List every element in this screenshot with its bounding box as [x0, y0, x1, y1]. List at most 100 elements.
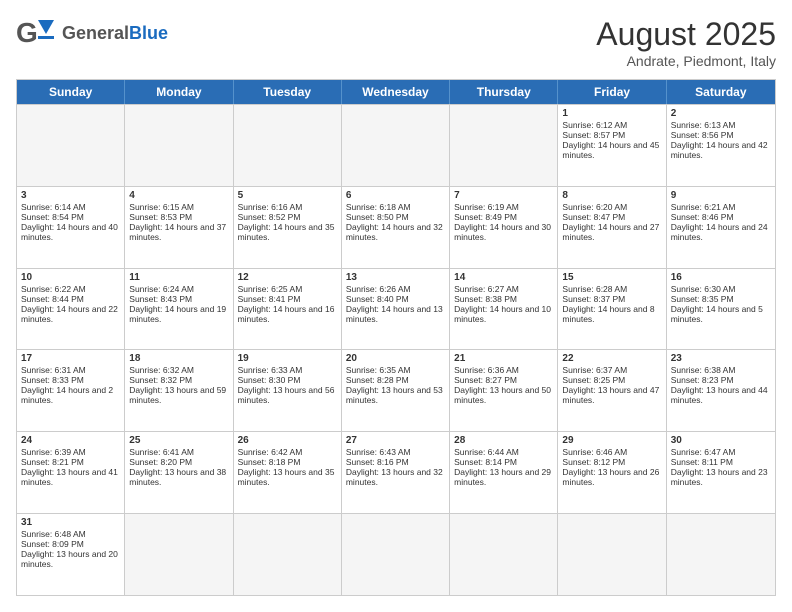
day-number-8: 8: [562, 190, 661, 201]
day-cell-2: 2Sunrise: 6:13 AM Sunset: 8:56 PM Daylig…: [667, 105, 775, 186]
day-cell-9: 9Sunrise: 6:21 AM Sunset: 8:46 PM Daylig…: [667, 187, 775, 268]
day-number-6: 6: [346, 190, 445, 201]
day-info-21: Sunrise: 6:36 AM Sunset: 8:27 PM Dayligh…: [454, 365, 551, 405]
day-info-13: Sunrise: 6:26 AM Sunset: 8:40 PM Dayligh…: [346, 284, 443, 324]
day-cell-20: 20Sunrise: 6:35 AM Sunset: 8:28 PM Dayli…: [342, 350, 450, 431]
day-number-20: 20: [346, 353, 445, 364]
week-row-6: 31Sunrise: 6:48 AM Sunset: 8:09 PM Dayli…: [17, 513, 775, 595]
header-cell-thursday: Thursday: [450, 80, 558, 104]
week-row-4: 17Sunrise: 6:31 AM Sunset: 8:33 PM Dayli…: [17, 349, 775, 431]
day-cell-4: 4Sunrise: 6:15 AM Sunset: 8:53 PM Daylig…: [125, 187, 233, 268]
day-cell-6: 6Sunrise: 6:18 AM Sunset: 8:50 PM Daylig…: [342, 187, 450, 268]
day-cell-26: 26Sunrise: 6:42 AM Sunset: 8:18 PM Dayli…: [234, 432, 342, 513]
day-number-15: 15: [562, 272, 661, 283]
day-cell-17: 17Sunrise: 6:31 AM Sunset: 8:33 PM Dayli…: [17, 350, 125, 431]
calendar-body: 1Sunrise: 6:12 AM Sunset: 8:57 PM Daylig…: [17, 104, 775, 595]
day-info-27: Sunrise: 6:43 AM Sunset: 8:16 PM Dayligh…: [346, 447, 443, 487]
empty-cell-0-4: [450, 105, 558, 186]
empty-cell-5-4: [450, 514, 558, 595]
logo-text-block: GeneralBlue: [62, 24, 168, 44]
day-info-18: Sunrise: 6:32 AM Sunset: 8:32 PM Dayligh…: [129, 365, 226, 405]
day-info-19: Sunrise: 6:33 AM Sunset: 8:30 PM Dayligh…: [238, 365, 335, 405]
day-cell-10: 10Sunrise: 6:22 AM Sunset: 8:44 PM Dayli…: [17, 269, 125, 350]
calendar-subtitle: Andrate, Piedmont, Italy: [596, 53, 776, 69]
day-info-4: Sunrise: 6:15 AM Sunset: 8:53 PM Dayligh…: [129, 202, 226, 242]
day-info-9: Sunrise: 6:21 AM Sunset: 8:46 PM Dayligh…: [671, 202, 768, 242]
day-number-2: 2: [671, 108, 771, 119]
day-number-25: 25: [129, 435, 228, 446]
week-row-5: 24Sunrise: 6:39 AM Sunset: 8:21 PM Dayli…: [17, 431, 775, 513]
empty-cell-5-3: [342, 514, 450, 595]
day-number-19: 19: [238, 353, 337, 364]
header-cell-tuesday: Tuesday: [234, 80, 342, 104]
day-info-17: Sunrise: 6:31 AM Sunset: 8:33 PM Dayligh…: [21, 365, 113, 405]
empty-cell-0-0: [17, 105, 125, 186]
empty-cell-5-6: [667, 514, 775, 595]
empty-cell-0-3: [342, 105, 450, 186]
empty-cell-5-5: [558, 514, 666, 595]
logo: G GeneralBlue: [16, 16, 168, 52]
day-number-4: 4: [129, 190, 228, 201]
day-info-3: Sunrise: 6:14 AM Sunset: 8:54 PM Dayligh…: [21, 202, 118, 242]
day-cell-19: 19Sunrise: 6:33 AM Sunset: 8:30 PM Dayli…: [234, 350, 342, 431]
day-info-26: Sunrise: 6:42 AM Sunset: 8:18 PM Dayligh…: [238, 447, 335, 487]
day-number-14: 14: [454, 272, 553, 283]
day-number-12: 12: [238, 272, 337, 283]
day-info-2: Sunrise: 6:13 AM Sunset: 8:56 PM Dayligh…: [671, 120, 768, 160]
day-cell-21: 21Sunrise: 6:36 AM Sunset: 8:27 PM Dayli…: [450, 350, 558, 431]
logo-icon: G GeneralBlue: [16, 16, 168, 52]
day-info-10: Sunrise: 6:22 AM Sunset: 8:44 PM Dayligh…: [21, 284, 118, 324]
day-cell-3: 3Sunrise: 6:14 AM Sunset: 8:54 PM Daylig…: [17, 187, 125, 268]
day-info-24: Sunrise: 6:39 AM Sunset: 8:21 PM Dayligh…: [21, 447, 118, 487]
day-info-23: Sunrise: 6:38 AM Sunset: 8:23 PM Dayligh…: [671, 365, 768, 405]
day-number-23: 23: [671, 353, 771, 364]
day-info-30: Sunrise: 6:47 AM Sunset: 8:11 PM Dayligh…: [671, 447, 768, 487]
day-info-28: Sunrise: 6:44 AM Sunset: 8:14 PM Dayligh…: [454, 447, 551, 487]
header-cell-monday: Monday: [125, 80, 233, 104]
day-number-7: 7: [454, 190, 553, 201]
day-cell-15: 15Sunrise: 6:28 AM Sunset: 8:37 PM Dayli…: [558, 269, 666, 350]
day-cell-29: 29Sunrise: 6:46 AM Sunset: 8:12 PM Dayli…: [558, 432, 666, 513]
day-info-31: Sunrise: 6:48 AM Sunset: 8:09 PM Dayligh…: [21, 529, 118, 569]
day-info-1: Sunrise: 6:12 AM Sunset: 8:57 PM Dayligh…: [562, 120, 659, 160]
day-cell-23: 23Sunrise: 6:38 AM Sunset: 8:23 PM Dayli…: [667, 350, 775, 431]
day-cell-24: 24Sunrise: 6:39 AM Sunset: 8:21 PM Dayli…: [17, 432, 125, 513]
svg-text:G: G: [16, 17, 38, 48]
week-row-3: 10Sunrise: 6:22 AM Sunset: 8:44 PM Dayli…: [17, 268, 775, 350]
empty-cell-5-2: [234, 514, 342, 595]
day-number-31: 31: [21, 517, 120, 528]
day-info-6: Sunrise: 6:18 AM Sunset: 8:50 PM Dayligh…: [346, 202, 443, 242]
day-number-16: 16: [671, 272, 771, 283]
day-number-11: 11: [129, 272, 228, 283]
day-cell-30: 30Sunrise: 6:47 AM Sunset: 8:11 PM Dayli…: [667, 432, 775, 513]
header-cell-saturday: Saturday: [667, 80, 775, 104]
header-cell-wednesday: Wednesday: [342, 80, 450, 104]
empty-cell-0-2: [234, 105, 342, 186]
day-number-3: 3: [21, 190, 120, 201]
day-info-15: Sunrise: 6:28 AM Sunset: 8:37 PM Dayligh…: [562, 284, 654, 324]
day-cell-18: 18Sunrise: 6:32 AM Sunset: 8:32 PM Dayli…: [125, 350, 233, 431]
header: G GeneralBlue August 2025 Andrate, Piedm…: [16, 16, 776, 69]
day-number-24: 24: [21, 435, 120, 446]
day-number-10: 10: [21, 272, 120, 283]
day-info-14: Sunrise: 6:27 AM Sunset: 8:38 PM Dayligh…: [454, 284, 551, 324]
day-cell-27: 27Sunrise: 6:43 AM Sunset: 8:16 PM Dayli…: [342, 432, 450, 513]
day-number-28: 28: [454, 435, 553, 446]
day-number-30: 30: [671, 435, 771, 446]
day-info-12: Sunrise: 6:25 AM Sunset: 8:41 PM Dayligh…: [238, 284, 335, 324]
day-number-27: 27: [346, 435, 445, 446]
day-number-9: 9: [671, 190, 771, 201]
day-info-8: Sunrise: 6:20 AM Sunset: 8:47 PM Dayligh…: [562, 202, 659, 242]
week-row-2: 3Sunrise: 6:14 AM Sunset: 8:54 PM Daylig…: [17, 186, 775, 268]
day-cell-22: 22Sunrise: 6:37 AM Sunset: 8:25 PM Dayli…: [558, 350, 666, 431]
day-info-29: Sunrise: 6:46 AM Sunset: 8:12 PM Dayligh…: [562, 447, 659, 487]
calendar: SundayMondayTuesdayWednesdayThursdayFrid…: [16, 79, 776, 596]
day-cell-13: 13Sunrise: 6:26 AM Sunset: 8:40 PM Dayli…: [342, 269, 450, 350]
day-cell-11: 11Sunrise: 6:24 AM Sunset: 8:43 PM Dayli…: [125, 269, 233, 350]
day-cell-7: 7Sunrise: 6:19 AM Sunset: 8:49 PM Daylig…: [450, 187, 558, 268]
day-cell-25: 25Sunrise: 6:41 AM Sunset: 8:20 PM Dayli…: [125, 432, 233, 513]
day-cell-1: 1Sunrise: 6:12 AM Sunset: 8:57 PM Daylig…: [558, 105, 666, 186]
empty-cell-5-1: [125, 514, 233, 595]
day-number-5: 5: [238, 190, 337, 201]
day-info-25: Sunrise: 6:41 AM Sunset: 8:20 PM Dayligh…: [129, 447, 226, 487]
